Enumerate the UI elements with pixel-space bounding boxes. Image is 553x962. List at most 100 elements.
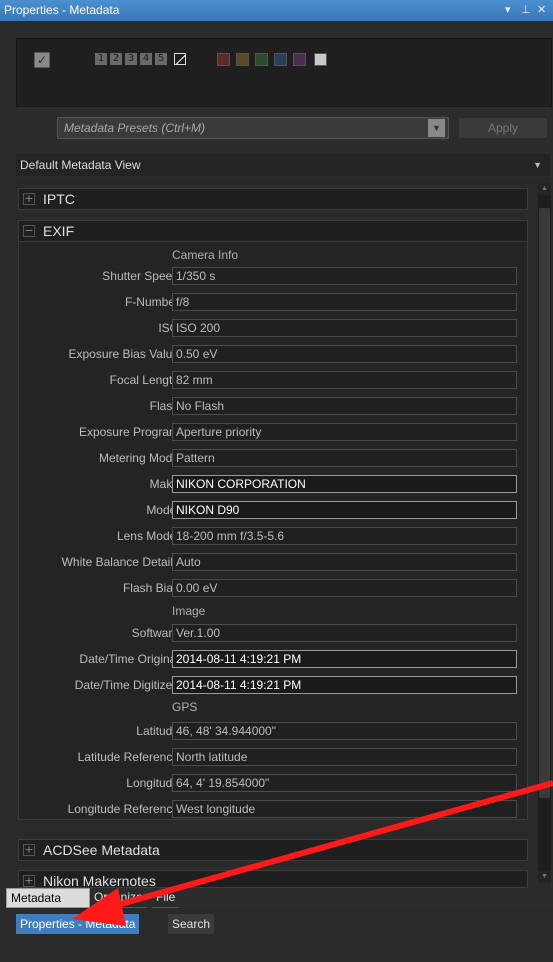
section-iptc[interactable]: + IPTC — [18, 188, 528, 210]
white-balance-field[interactable]: Auto — [172, 553, 517, 571]
tag-checkbox[interactable]: ✓ — [34, 52, 50, 68]
field-row: Software Ver.1.00 — [18, 623, 528, 643]
exposure-bias-field[interactable]: 0.50 eV — [172, 345, 517, 363]
title-bar: Properties - Metadata ▾ ⊥ ✕ — [0, 0, 553, 21]
expand-icon[interactable]: + — [23, 844, 35, 856]
latitude-reference-field[interactable]: North latitude — [172, 748, 517, 766]
color-label-purple[interactable] — [293, 53, 306, 66]
field-row: Focal Length 82 mm — [18, 370, 528, 390]
tab-metadata[interactable]: Metadata — [6, 888, 90, 908]
field-row: Date/Time Original 2014-08-11 4:19:21 PM — [18, 649, 528, 669]
field-row: Shutter Speed 1/350 s — [18, 266, 528, 286]
longitude-reference-field[interactable]: West longitude — [172, 800, 517, 818]
rating-5-button[interactable]: 5 — [155, 53, 167, 65]
date-time-original-field[interactable]: 2014-08-11 4:19:21 PM — [172, 650, 517, 668]
chevron-down-icon[interactable]: ▼ — [428, 119, 445, 137]
section-title: IPTC — [43, 191, 75, 207]
field-label: Date/Time Original — [79, 652, 179, 666]
scroll-down-icon[interactable]: ▼ — [538, 871, 551, 883]
field-label: Shutter Speed — [102, 269, 179, 283]
latitude-field[interactable]: 46, 48' 34.944000" — [172, 722, 517, 740]
field-row: Latitude 46, 48' 34.944000" — [18, 721, 528, 741]
field-row: Longitude Reference West longitude — [18, 799, 528, 819]
section-acdsee-metadata[interactable]: + ACDSee Metadata — [18, 839, 528, 861]
section-title: Nikon Makernotes — [43, 873, 156, 888]
color-label-none[interactable] — [314, 53, 327, 66]
section-title: ACDSee Metadata — [43, 842, 160, 858]
scrollbar-thumb[interactable] — [539, 208, 550, 798]
field-row: Exposure Bias Value 0.50 eV — [18, 344, 528, 364]
field-row: Latitude Reference North latitude — [18, 747, 528, 767]
close-icon[interactable]: ✕ — [537, 0, 546, 21]
field-row: White Balance Details Auto — [18, 552, 528, 572]
field-label: Metering Mode — [98, 451, 179, 465]
expand-icon[interactable]: + — [23, 193, 35, 205]
field-row: Metering Mode Pattern — [18, 448, 528, 468]
apply-button[interactable]: Apply — [458, 117, 548, 139]
field-label: Flash Bias — [122, 581, 179, 595]
model-field[interactable]: NIKON D90 — [172, 501, 517, 519]
field-row: Lens Model 18-200 mm f/3.5-5.6 — [18, 526, 528, 546]
shutter-speed-field[interactable]: 1/350 s — [172, 267, 517, 285]
section-title: EXIF — [43, 223, 75, 239]
color-label-yellow[interactable] — [236, 53, 249, 66]
exposure-program-field[interactable]: Aperture priority — [172, 423, 517, 441]
clear-rating-button[interactable] — [174, 53, 186, 65]
tab-file[interactable]: File — [152, 888, 180, 908]
field-row: Exposure Program Aperture priority — [18, 422, 528, 442]
tab-search[interactable]: Search — [168, 914, 215, 934]
lens-model-field[interactable]: 18-200 mm f/3.5-5.6 — [172, 527, 517, 545]
color-label-red[interactable] — [217, 53, 230, 66]
field-label: Latitude Reference — [77, 750, 179, 764]
pin-icon[interactable]: ⊥ — [521, 0, 531, 21]
field-row: Model NIKON D90 — [18, 500, 528, 520]
scroll-up-icon[interactable]: ▲ — [538, 183, 551, 195]
window-title: Properties - Metadata — [4, 3, 120, 17]
group-camera-info: Camera Info — [172, 248, 239, 262]
field-row: Flash Bias 0.00 eV — [18, 578, 528, 598]
rating-4-button[interactable]: 4 — [140, 53, 152, 65]
section-nikon-makernotes[interactable]: + Nikon Makernotes — [18, 870, 528, 888]
metering-mode-field[interactable]: Pattern — [172, 449, 517, 467]
metadata-presets-combo[interactable]: Metadata Presets (Ctrl+M) — [57, 117, 449, 139]
group-image: Image — [172, 604, 206, 618]
iso-field[interactable]: ISO 200 — [172, 319, 517, 337]
tab-properties-metadata[interactable]: Properties - Metadata — [16, 914, 140, 934]
field-label: F-Number — [124, 295, 179, 309]
collapse-icon[interactable]: − — [23, 225, 35, 237]
rating-panel — [16, 38, 552, 107]
rating-1-button[interactable]: 1 — [95, 53, 107, 65]
field-row: ISO ISO 200 — [18, 318, 528, 338]
section-exif[interactable]: − EXIF — [18, 220, 528, 242]
group-gps: GPS — [172, 700, 198, 714]
metadata-view-label: Default Metadata View — [20, 158, 141, 172]
field-label: Date/Time Digitized — [74, 678, 179, 692]
field-label: Focal Length — [109, 373, 179, 387]
tab-organize[interactable]: Organize — [90, 888, 147, 908]
field-label: Lens Model — [116, 529, 179, 543]
focal-length-field[interactable]: 82 mm — [172, 371, 517, 389]
dropdown-icon[interactable]: ▾ — [505, 0, 511, 21]
field-row: Make NIKON CORPORATION — [18, 474, 528, 494]
software-field[interactable]: Ver.1.00 — [172, 624, 517, 642]
field-label: Longitude Reference — [67, 802, 179, 816]
longitude-field[interactable]: 64, 4' 19.854000" — [172, 774, 517, 792]
field-label: Exposure Bias Value — [68, 347, 179, 361]
rating-3-button[interactable]: 3 — [125, 53, 137, 65]
flash-field[interactable]: No Flash — [172, 397, 517, 415]
chevron-down-icon: ▼ — [533, 160, 542, 170]
field-row: Date/Time Digitized 2014-08-11 4:19:21 P… — [18, 675, 528, 695]
flash-bias-field[interactable]: 0.00 eV — [172, 579, 517, 597]
metadata-view-select[interactable]: Default Metadata View ▼ — [16, 154, 550, 176]
f-number-field[interactable]: f/8 — [172, 293, 517, 311]
field-row: Longitude 64, 4' 19.854000" — [18, 773, 528, 793]
rating-2-button[interactable]: 2 — [110, 53, 122, 65]
field-label: Exposure Program — [78, 425, 179, 439]
field-label: White Balance Details — [61, 555, 179, 569]
color-label-green[interactable] — [255, 53, 268, 66]
expand-icon[interactable]: + — [23, 875, 35, 887]
field-row: Flash No Flash — [18, 396, 528, 416]
make-field[interactable]: NIKON CORPORATION — [172, 475, 517, 493]
color-label-blue[interactable] — [274, 53, 287, 66]
date-time-digitized-field[interactable]: 2014-08-11 4:19:21 PM — [172, 676, 517, 694]
